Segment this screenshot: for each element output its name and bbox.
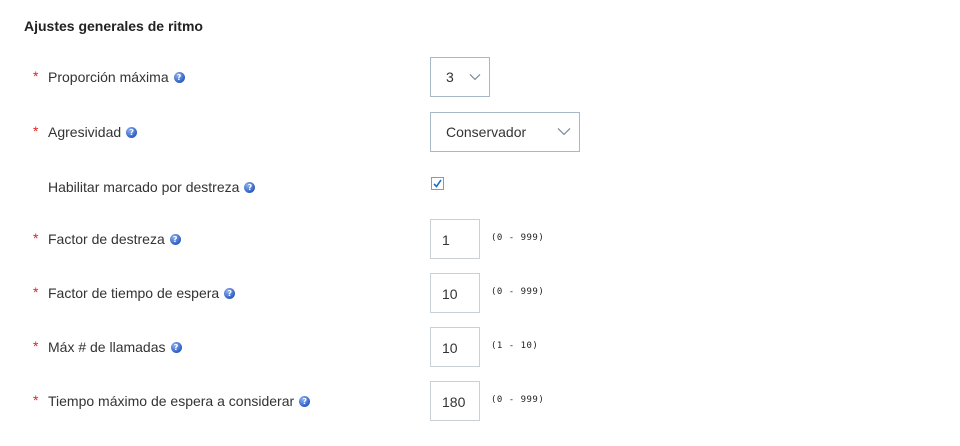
skill-dialing-label-text: Habilitar marcado por destreza (48, 179, 240, 195)
max-calls-input[interactable]: 10 (430, 327, 480, 367)
max-calls-label-text: Máx # de llamadas (48, 339, 166, 355)
max-calls-row: * Máx # de llamadas ? 10 (1 - 10) (0, 327, 960, 367)
aggressiveness-value: Conservador (446, 124, 527, 140)
section-title: Ajustes generales de ritmo (24, 18, 203, 34)
chevron-down-icon (469, 67, 481, 83)
max-ratio-label-text: Proporción máxima (48, 69, 169, 85)
skill-factor-row: * Factor de destreza ? 1 (0 - 999) (0, 219, 960, 259)
aggressiveness-select[interactable]: Conservador (430, 112, 580, 152)
help-icon[interactable]: ? (169, 233, 181, 245)
aggressiveness-label-text: Agresividad (48, 124, 122, 140)
skill-factor-label: Factor de destreza ? (48, 231, 181, 247)
required-marker: * (33, 68, 39, 84)
max-wait-time-label-text: Tiempo máximo de espera a considerar (48, 393, 295, 409)
chevron-down-icon (557, 122, 571, 138)
max-wait-time-value: 180 (442, 394, 466, 410)
max-ratio-label: Proporción máxima ? (48, 69, 185, 85)
help-icon[interactable]: ? (173, 71, 185, 83)
max-wait-time-range: (0 - 999) (491, 395, 545, 405)
required-marker: * (33, 230, 39, 246)
max-ratio-select[interactable]: 3 (430, 57, 490, 97)
help-icon[interactable]: ? (244, 181, 256, 193)
max-ratio-value: 3 (446, 69, 454, 85)
wait-time-factor-label-text: Factor de tiempo de espera (48, 285, 220, 301)
skill-dialing-checkbox[interactable] (431, 177, 444, 190)
max-calls-value: 10 (442, 340, 458, 356)
wait-time-factor-range: (0 - 999) (491, 287, 545, 297)
required-marker: * (33, 338, 39, 354)
wait-time-factor-input[interactable]: 10 (430, 273, 480, 313)
skill-factor-label-text: Factor de destreza (48, 231, 165, 247)
skill-dialing-row: Habilitar marcado por destreza ? (0, 167, 960, 207)
wait-time-factor-value: 10 (442, 286, 458, 302)
max-wait-time-row: * Tiempo máximo de espera a considerar ?… (0, 381, 960, 421)
help-icon[interactable]: ? (224, 287, 236, 299)
wait-time-factor-label: Factor de tiempo de espera ? (48, 285, 236, 301)
skill-dialing-label: Habilitar marcado por destreza ? (48, 179, 256, 195)
help-icon[interactable]: ? (299, 395, 311, 407)
required-marker: * (33, 392, 39, 408)
help-icon[interactable]: ? (126, 126, 138, 138)
check-icon (433, 179, 442, 188)
max-calls-range: (1 - 10) (491, 341, 539, 351)
required-marker: * (33, 123, 39, 139)
skill-factor-value: 1 (442, 232, 450, 248)
max-ratio-row: * Proporción máxima ? 3 (0, 57, 960, 97)
max-calls-label: Máx # de llamadas ? (48, 339, 182, 355)
max-wait-time-label: Tiempo máximo de espera a considerar ? (48, 393, 311, 409)
required-marker: * (33, 284, 39, 300)
skill-factor-range: (0 - 999) (491, 233, 545, 243)
aggressiveness-label: Agresividad ? (48, 124, 138, 140)
help-icon[interactable]: ? (170, 341, 182, 353)
aggressiveness-row: * Agresividad ? Conservador (0, 112, 960, 152)
skill-factor-input[interactable]: 1 (430, 219, 480, 259)
wait-time-factor-row: * Factor de tiempo de espera ? 10 (0 - 9… (0, 273, 960, 313)
max-wait-time-input[interactable]: 180 (430, 381, 480, 421)
